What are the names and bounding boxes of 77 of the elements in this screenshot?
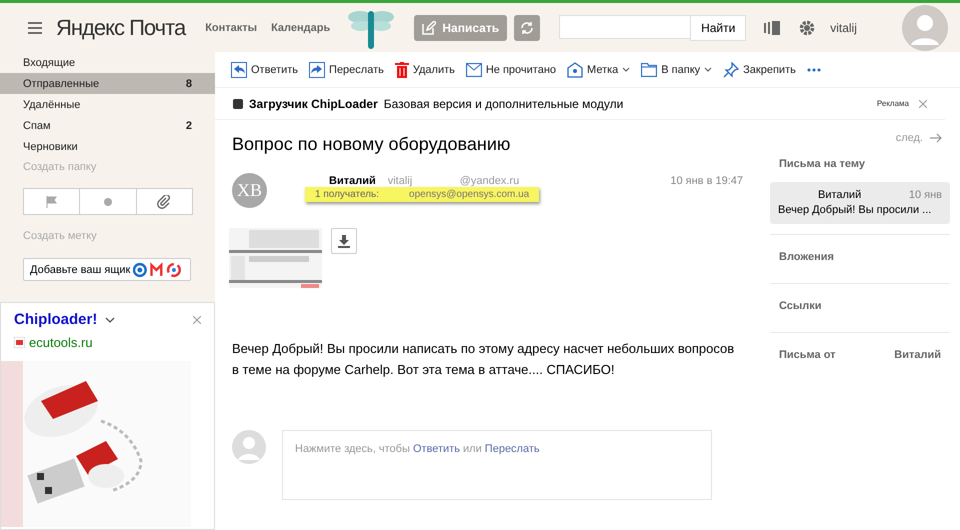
refresh-icon <box>520 20 534 34</box>
refresh-button[interactable] <box>514 14 540 40</box>
forward-link[interactable]: Переслать <box>484 443 540 455</box>
nav-link[interactable]: Контакты <box>205 22 258 34</box>
sender-avatar: ХВ <box>232 173 267 208</box>
forward-icon <box>309 62 326 78</box>
folder-item[interactable]: Отправленные 8 <box>0 73 215 94</box>
mail-services-icon <box>133 262 184 278</box>
sender-domain: @yandex.ru <box>460 175 520 187</box>
message-subject: Вопрос по новому оборудованию <box>232 134 512 155</box>
chevron-icon[interactable] <box>105 316 116 322</box>
dot-icon <box>104 198 112 206</box>
ad-title[interactable]: Загрузчик ChipLoader <box>249 96 378 110</box>
sender-name[interactable]: Виталий <box>329 175 376 187</box>
tag-icon <box>567 62 584 78</box>
reply-icon <box>231 62 247 78</box>
toolbar-button[interactable]: Метка <box>567 62 630 78</box>
thread-sender: Виталий <box>818 189 862 201</box>
folder-item[interactable]: Входящие <box>0 52 215 73</box>
pin-icon <box>723 62 740 78</box>
site-icon <box>14 337 25 348</box>
envelope-icon <box>466 62 482 76</box>
section-title[interactable]: Вложения <box>779 251 834 273</box>
trash-icon <box>394 62 409 78</box>
caret-icon <box>704 67 712 72</box>
toolbar-button[interactable]: Удалить <box>394 62 455 78</box>
thread-snippet: Вечер Добрый! Вы просили ... <box>778 204 932 216</box>
ad-text[interactable]: Базовая версия и дополнительные модули <box>384 96 624 110</box>
logo[interactable]: Яндекс Почта <box>56 14 186 40</box>
paperclip-icon <box>157 194 172 208</box>
arrow-icon[interactable] <box>930 133 942 143</box>
recipient-count: 1 получатель: <box>315 189 380 200</box>
caret-icon <box>622 67 630 72</box>
section-title[interactable]: Ссылки <box>779 300 822 322</box>
toolbar-button[interactable]: Закрепить <box>723 62 796 78</box>
menu-icon[interactable] <box>28 22 42 34</box>
ad-title-link[interactable]: Chiploader! <box>14 311 98 328</box>
thread-message[interactable]: Виталий 10 янв Вечер Добрый! Вы просили ... <box>770 182 950 224</box>
download-icon <box>338 234 350 248</box>
folder-item[interactable]: Удалённые <box>0 94 215 115</box>
avatar-icon <box>232 430 266 464</box>
folder-item[interactable]: Спам 2 <box>0 115 215 136</box>
section-value[interactable]: Виталий <box>894 349 941 371</box>
folder-icon <box>641 62 658 76</box>
section-title[interactable]: Письма от <box>779 349 836 371</box>
recipient-email[interactable]: opensys@opensys.com.ua <box>409 189 530 200</box>
toolbar-button[interactable]: Не прочитано <box>466 62 556 76</box>
columns-icon[interactable] <box>764 20 780 36</box>
search-button[interactable]: Найти <box>690 14 746 40</box>
message-body: Вечер Добрый! Вы просили написать по этому адресу насчет небольших вопросов в теме на форуме Carhelp. Вот эта тема в аттаче.... СПАСИБО! <box>232 340 736 379</box>
toolbar-button[interactable]: Переслать <box>309 62 384 78</box>
folder-item[interactable]: Черновики <box>0 136 215 157</box>
search-field[interactable] <box>559 14 690 38</box>
user-name[interactable]: vitalij <box>830 20 890 34</box>
reply-link[interactable]: Ответить <box>412 443 460 455</box>
ad-domain-link[interactable]: ecutools.ru <box>29 335 93 350</box>
ad-label: Реклама <box>876 99 909 108</box>
ad-icon <box>233 98 243 108</box>
filter-button[interactable] <box>136 188 193 215</box>
toolbar-button[interactable]: В папку <box>641 62 712 76</box>
close-icon[interactable] <box>919 100 927 108</box>
add-mailbox-button[interactable]: Добавьте ваш ящик <box>23 258 191 281</box>
close-icon[interactable] <box>193 316 201 324</box>
nav-link[interactable]: Календарь <box>271 22 330 34</box>
sender-login: vitalij <box>388 175 414 187</box>
message-date: 10 янв в 19:47 <box>670 175 743 187</box>
section-title: Письма на тему <box>778 157 866 172</box>
thread-date: 10 янв <box>908 189 942 201</box>
reply-box[interactable]: Нажмите здесь, чтобы Ответить или Переслать <box>282 430 712 500</box>
more-button[interactable] <box>806 68 821 72</box>
flag-icon <box>46 196 58 208</box>
settings-icon[interactable] <box>798 18 816 36</box>
toolbar-button[interactable]: Ответить <box>231 62 298 78</box>
more-icon <box>806 68 821 72</box>
pencil-icon <box>422 20 436 34</box>
download-button[interactable] <box>331 228 357 254</box>
reply-hint: Нажмите здесь, чтобы Ответить или Переслать <box>295 443 540 455</box>
